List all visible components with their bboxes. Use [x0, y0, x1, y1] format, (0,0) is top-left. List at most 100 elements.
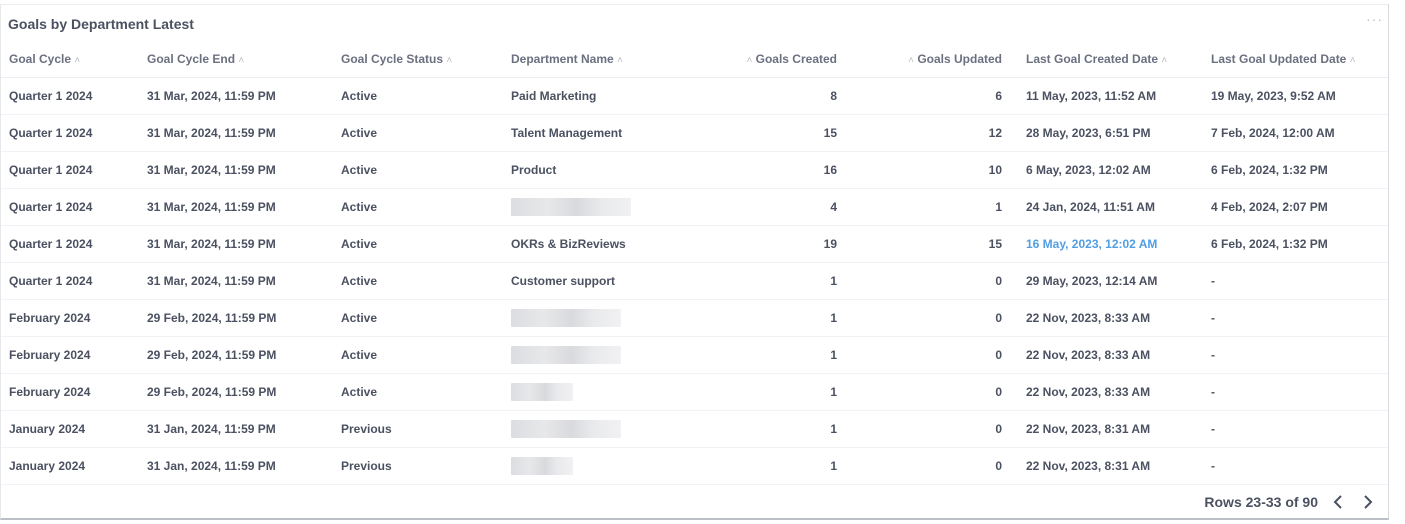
column-header-last-goal-created-date[interactable]: Last Goal Created Date ˄ [1002, 41, 1211, 78]
cell-last-goal-updated-date[interactable]: - [1211, 336, 1388, 374]
table-row[interactable]: January 2024 31 Jan, 2024, 11:59 PM Previo… [1, 447, 1388, 485]
cell-goal-cycle[interactable]: Quarter 1 2024 [1, 225, 147, 263]
table-row[interactable]: January 2024 31 Jan, 2024, 11:59 PM Previo… [1, 410, 1388, 448]
cell-department-name[interactable]: Customer support [511, 262, 726, 300]
cell-last-goal-created-date[interactable]: 22 Nov, 2023, 8:33 AM [1002, 299, 1211, 337]
cell-goal-cycle-status[interactable]: Active [341, 262, 511, 300]
cell-goal-cycle-status[interactable]: Previous [341, 410, 511, 448]
cell-goal-cycle-end[interactable]: 31 Jan, 2024, 11:59 PM [147, 447, 341, 485]
table-row[interactable]: Quarter 1 2024 31 Mar, 2024, 11:59 PM Acti… [1, 188, 1388, 226]
cell-department-name[interactable] [511, 410, 726, 448]
cell-goal-cycle-end[interactable]: 31 Mar, 2024, 11:59 PM [147, 77, 341, 115]
cell-goals-updated[interactable]: 0 [837, 299, 1002, 337]
table-row[interactable]: Quarter 1 2024 31 Mar, 2024, 11:59 PM Acti… [1, 114, 1388, 152]
cell-department-name[interactable]: OKRs & BizReviews [511, 225, 726, 263]
cell-goals-created[interactable]: 1 [726, 299, 837, 337]
cell-goals-created[interactable]: 1 [726, 410, 837, 448]
cell-goal-cycle-end[interactable]: 31 Jan, 2024, 11:59 PM [147, 410, 341, 448]
cell-department-name[interactable]: Talent Management [511, 114, 726, 152]
cell-last-goal-created-date[interactable]: 22 Nov, 2023, 8:31 AM [1002, 447, 1211, 485]
cell-goal-cycle[interactable]: January 2024 [1, 447, 147, 485]
cell-last-goal-created-date[interactable]: 24 Jan, 2024, 11:51 AM [1002, 188, 1211, 226]
cell-department-name[interactable] [511, 188, 726, 226]
cell-goal-cycle[interactable]: February 2024 [1, 336, 147, 374]
cell-department-name[interactable]: Product [511, 151, 726, 189]
cell-department-name[interactable]: Paid Marketing [511, 77, 726, 115]
table-row[interactable]: February 2024 29 Feb, 2024, 11:59 PM Activ… [1, 299, 1388, 337]
cell-goal-cycle-status[interactable]: Active [341, 77, 511, 115]
cell-goal-cycle-status[interactable]: Active [341, 225, 511, 263]
column-header-goals-updated[interactable]: ˄ Goals Updated [837, 41, 1002, 78]
cell-goal-cycle-status[interactable]: Active [341, 114, 511, 152]
cell-last-goal-updated-date[interactable]: - [1211, 447, 1388, 485]
cell-goal-cycle[interactable]: February 2024 [1, 299, 147, 337]
cell-last-goal-created-date[interactable]: 6 May, 2023, 12:02 AM [1002, 151, 1211, 189]
column-header-last-goal-updated-date[interactable]: Last Goal Updated Date ˄ [1211, 41, 1388, 78]
cell-goal-cycle-end[interactable]: 29 Feb, 2024, 11:59 PM [147, 336, 341, 374]
cell-goals-created[interactable]: 4 [726, 188, 837, 226]
cell-goal-cycle-end[interactable]: 31 Mar, 2024, 11:59 PM [147, 262, 341, 300]
table-row[interactable]: Quarter 1 2024 31 Mar, 2024, 11:59 PM Acti… [1, 262, 1388, 300]
cell-goal-cycle-end[interactable]: 29 Feb, 2024, 11:59 PM [147, 373, 341, 411]
cell-last-goal-updated-date[interactable]: - [1211, 299, 1388, 337]
cell-last-goal-updated-date[interactable]: 7 Feb, 2024, 12:00 AM [1211, 114, 1388, 152]
cell-goal-cycle-status[interactable]: Active [341, 373, 511, 411]
cell-department-name[interactable] [511, 336, 726, 374]
cell-goals-updated[interactable]: 15 [837, 225, 1002, 263]
cell-last-goal-updated-date[interactable]: - [1211, 410, 1388, 448]
cell-goals-created[interactable]: 15 [726, 114, 837, 152]
column-header-goal-cycle-end[interactable]: Goal Cycle End ˄ [147, 41, 341, 78]
cell-goals-created[interactable]: 1 [726, 373, 837, 411]
chevron-left-icon[interactable] [1328, 492, 1348, 512]
cell-goals-updated[interactable]: 0 [837, 410, 1002, 448]
cell-department-name[interactable] [511, 373, 726, 411]
cell-goal-cycle[interactable]: February 2024 [1, 373, 147, 411]
cell-goal-cycle-end[interactable]: 29 Feb, 2024, 11:59 PM [147, 299, 341, 337]
cell-goal-cycle-end[interactable]: 31 Mar, 2024, 11:59 PM [147, 151, 341, 189]
cell-last-goal-created-date[interactable]: 22 Nov, 2023, 8:33 AM [1002, 373, 1211, 411]
cell-goal-cycle-status[interactable]: Active [341, 151, 511, 189]
cell-goals-created[interactable]: 1 [726, 336, 837, 374]
cell-goals-updated[interactable]: 12 [837, 114, 1002, 152]
cell-last-goal-created-date[interactable]: 16 May, 2023, 12:02 AM [1002, 225, 1211, 263]
cell-last-goal-created-date[interactable]: 29 May, 2023, 12:14 AM [1002, 262, 1211, 300]
cell-goals-updated[interactable]: 1 [837, 188, 1002, 226]
column-header-goal-cycle[interactable]: Goal Cycle ˄ [1, 41, 147, 78]
cell-last-goal-created-date[interactable]: 11 May, 2023, 11:52 AM [1002, 77, 1211, 115]
cell-goal-cycle-end[interactable]: 31 Mar, 2024, 11:59 PM [147, 114, 341, 152]
cell-goal-cycle-end[interactable]: 31 Mar, 2024, 11:59 PM [147, 188, 341, 226]
table-row[interactable]: Quarter 1 2024 31 Mar, 2024, 11:59 PM Acti… [1, 225, 1388, 263]
cell-department-name[interactable] [511, 447, 726, 485]
cell-goal-cycle-status[interactable]: Active [341, 336, 511, 374]
cell-goal-cycle-status[interactable]: Active [341, 188, 511, 226]
chevron-right-icon[interactable] [1358, 492, 1378, 512]
cell-goals-updated[interactable]: 6 [837, 77, 1002, 115]
cell-last-goal-created-date[interactable]: 28 May, 2023, 6:51 PM [1002, 114, 1211, 152]
cell-last-goal-updated-date[interactable]: 4 Feb, 2024, 2:07 PM [1211, 188, 1388, 226]
column-header-department-name[interactable]: Department Name ˄ [511, 41, 726, 78]
cell-goal-cycle-status[interactable]: Active [341, 299, 511, 337]
cell-last-goal-updated-date[interactable]: - [1211, 262, 1388, 300]
column-header-goals-created[interactable]: ˄ Goals Created [726, 41, 837, 78]
more-options-icon[interactable]: ··· [1366, 11, 1383, 27]
cell-goals-updated[interactable]: 0 [837, 262, 1002, 300]
cell-goal-cycle[interactable]: January 2024 [1, 410, 147, 448]
cell-last-goal-created-date[interactable]: 22 Nov, 2023, 8:31 AM [1002, 410, 1211, 448]
cell-goal-cycle[interactable]: Quarter 1 2024 [1, 151, 147, 189]
cell-goal-cycle[interactable]: Quarter 1 2024 [1, 77, 147, 115]
cell-last-goal-updated-date[interactable]: 6 Feb, 2024, 1:32 PM [1211, 151, 1388, 189]
cell-goals-created[interactable]: 1 [726, 262, 837, 300]
table-row[interactable]: February 2024 29 Feb, 2024, 11:59 PM Activ… [1, 336, 1388, 374]
cell-goals-updated[interactable]: 0 [837, 336, 1002, 374]
cell-last-goal-created-date[interactable]: 22 Nov, 2023, 8:33 AM [1002, 336, 1211, 374]
cell-goal-cycle[interactable]: Quarter 1 2024 [1, 114, 147, 152]
table-row[interactable]: February 2024 29 Feb, 2024, 11:59 PM Activ… [1, 373, 1388, 411]
cell-last-goal-updated-date[interactable]: 6 Feb, 2024, 1:32 PM [1211, 225, 1388, 263]
cell-goals-created[interactable]: 19 [726, 225, 837, 263]
cell-last-goal-updated-date[interactable]: - [1211, 373, 1388, 411]
cell-goals-updated[interactable]: 10 [837, 151, 1002, 189]
cell-goals-created[interactable]: 8 [726, 77, 837, 115]
cell-goal-cycle-status[interactable]: Previous [341, 447, 511, 485]
cell-goals-created[interactable]: 16 [726, 151, 837, 189]
cell-goals-updated[interactable]: 0 [837, 447, 1002, 485]
